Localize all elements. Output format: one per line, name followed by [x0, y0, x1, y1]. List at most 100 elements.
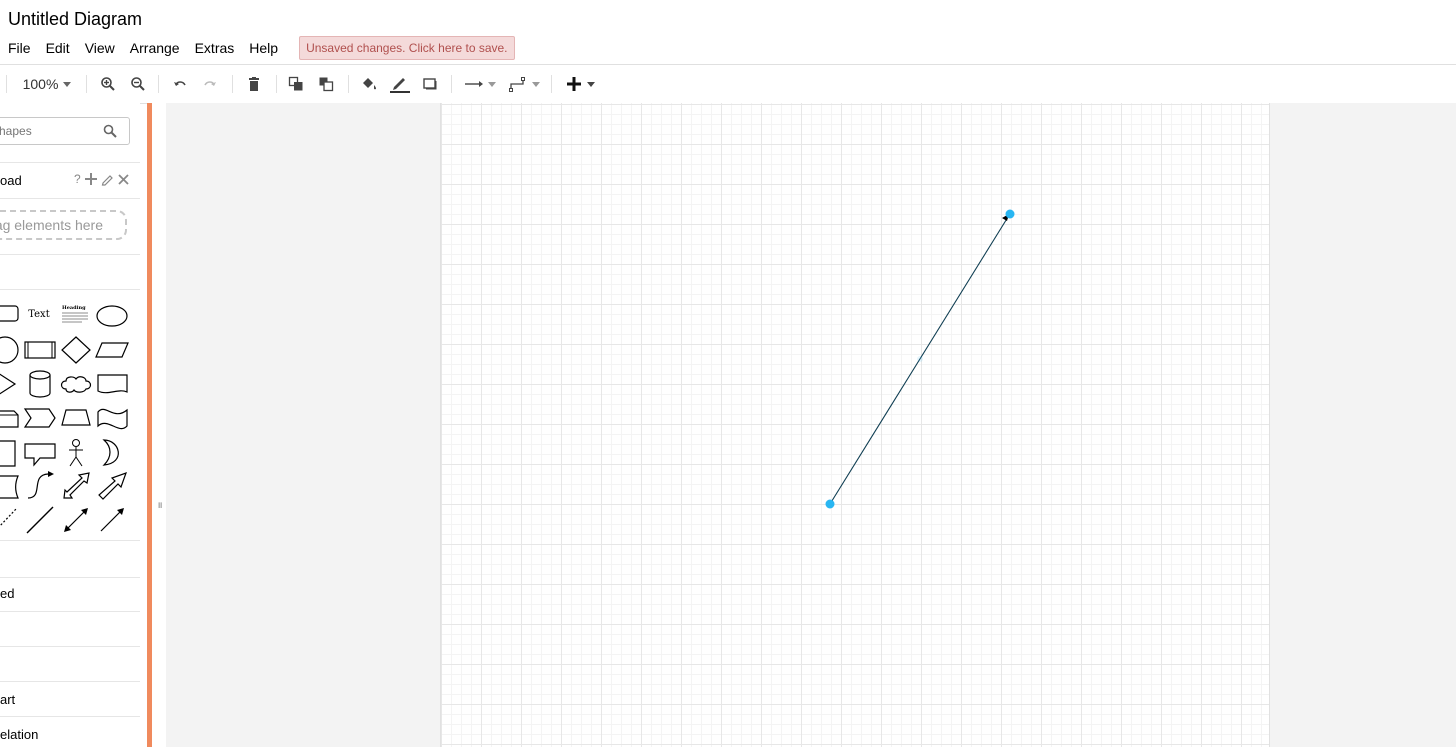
sidebar-section-advanced[interactable]: ed [0, 577, 140, 612]
toolbar-separator [232, 75, 233, 93]
diagram-title[interactable]: Untitled Diagram [8, 9, 142, 30]
to-back-button[interactable] [316, 73, 336, 95]
shape-cube[interactable] [0, 410, 19, 428]
chevron-down-icon [587, 81, 595, 87]
edge-end-handle[interactable] [1005, 209, 1015, 219]
shadow-icon [423, 78, 437, 90]
shape-directional-connector[interactable] [100, 508, 124, 532]
menu-view[interactable]: View [77, 40, 122, 56]
edit-icon[interactable] [101, 173, 114, 186]
close-icon[interactable] [118, 173, 129, 185]
shape-or[interactable] [102, 439, 119, 466]
toolbar-separator [158, 75, 159, 93]
paint-bucket-icon [363, 78, 376, 90]
shape-arrow[interactable] [98, 472, 127, 500]
shape-text[interactable]: Text [28, 309, 49, 320]
search-icon[interactable] [103, 124, 117, 138]
edge-start-handle[interactable] [825, 499, 835, 509]
menu-bar: File Edit View Arrange Extras Help Unsav… [0, 36, 515, 60]
toolbar-separator [86, 75, 87, 93]
redo-button[interactable] [200, 73, 220, 95]
fill-color-button[interactable] [359, 73, 379, 95]
general-section-header[interactable] [0, 255, 140, 290]
help-icon[interactable]: ? [74, 172, 81, 186]
shadow-button[interactable] [420, 73, 440, 95]
sidebar-collapse-gutter[interactable] [152, 103, 167, 747]
search-shapes-box [0, 117, 130, 145]
toolbar-separator [551, 75, 552, 93]
shape-bidirectional-arrow[interactable] [63, 472, 90, 499]
shape-parallelogram[interactable] [95, 342, 129, 358]
menu-arrange[interactable]: Arrange [122, 40, 187, 56]
shape-callout[interactable] [24, 443, 56, 467]
zoom-out-button[interactable] [128, 73, 148, 95]
shape-document[interactable] [97, 374, 128, 394]
sidebar-section-entity-relation[interactable]: elation [0, 717, 140, 747]
toolbar-separator [348, 75, 349, 93]
delete-button[interactable] [244, 73, 264, 95]
collapse-grip-icon[interactable]: ॥ [157, 498, 162, 511]
scratchpad-title: oad [0, 173, 22, 188]
drag-elements-drop-zone[interactable]: ag elements here [0, 210, 127, 240]
unsaved-changes-button[interactable]: Unsaved changes. Click here to save. [299, 36, 515, 60]
drag-hint-text: ag elements here [0, 217, 103, 233]
shape-rounded-rectangle[interactable] [0, 305, 19, 322]
shapes-sidebar: oad ? ag elements here Text Heading [0, 103, 140, 747]
shape-bidirectional-connector[interactable] [64, 508, 88, 532]
menu-extras[interactable]: Extras [187, 40, 242, 56]
shape-step[interactable] [23, 408, 56, 428]
shape-actor[interactable] [69, 439, 83, 467]
toolbar-separator [276, 75, 277, 93]
menu-file[interactable]: File [0, 40, 38, 56]
redo-icon [204, 81, 216, 86]
shape-tape[interactable] [97, 408, 128, 430]
shape-data-storage[interactable] [0, 475, 19, 499]
svg-text:Heading: Heading [62, 305, 86, 311]
general-shapes-palette: Text Heading [0, 305, 129, 534]
shape-process[interactable] [24, 341, 56, 359]
insert-dropdown[interactable] [563, 73, 599, 95]
toolbar: 100% [0, 64, 1456, 104]
orthogonal-connector-icon [509, 77, 525, 92]
chevron-down-icon [63, 81, 72, 87]
zoom-out-icon [131, 77, 145, 91]
to-front-button[interactable] [286, 73, 306, 95]
edge-midpoint-handle[interactable] [917, 356, 923, 362]
pencil-icon [390, 78, 410, 93]
chevron-down-icon [532, 81, 540, 87]
toolbar-separator [451, 75, 452, 93]
sidebar-section-flowchart[interactable]: art [0, 682, 140, 717]
shape-trapezoid[interactable] [61, 409, 91, 426]
shape-ellipse[interactable] [96, 305, 128, 327]
menu-help[interactable]: Help [241, 40, 285, 56]
title-bar: Untitled Diagram File Edit View Arrange … [0, 0, 1456, 64]
sidebar-section-misc[interactable] [0, 540, 140, 578]
menu-edit[interactable]: Edit [38, 40, 77, 56]
diagram-overlay [825, 209, 1015, 509]
zoom-in-button[interactable] [98, 73, 118, 95]
connection-style-dropdown[interactable] [462, 73, 498, 95]
shape-heading-textbox[interactable]: Heading [62, 305, 88, 323]
shape-triangle[interactable] [0, 373, 17, 395]
shape-curve[interactable] [27, 471, 54, 499]
sidebar-section-arrows[interactable] [0, 647, 140, 682]
shape-card[interactable] [0, 440, 16, 467]
chevron-down-icon [488, 81, 496, 87]
line-color-button[interactable] [389, 73, 411, 95]
sidebar-section-basic[interactable] [0, 612, 140, 647]
undo-button[interactable] [170, 73, 190, 95]
zoom-dropdown[interactable]: 100% [20, 73, 74, 95]
search-shapes-input[interactable] [0, 123, 101, 139]
plus-icon[interactable] [84, 173, 97, 185]
to-back-icon [319, 77, 334, 92]
sidebar-section-label: ed [0, 586, 15, 601]
shape-diamond[interactable] [61, 336, 91, 364]
shape-cloud[interactable] [60, 376, 92, 393]
shape-line[interactable] [26, 506, 54, 534]
shape-circle[interactable] [0, 336, 19, 364]
shape-cylinder[interactable] [29, 370, 51, 398]
waypoints-dropdown[interactable] [506, 73, 542, 95]
shape-dashed-line[interactable] [0, 508, 17, 528]
toolbar-separator [6, 75, 7, 93]
zoom-value: 100% [22, 76, 59, 92]
